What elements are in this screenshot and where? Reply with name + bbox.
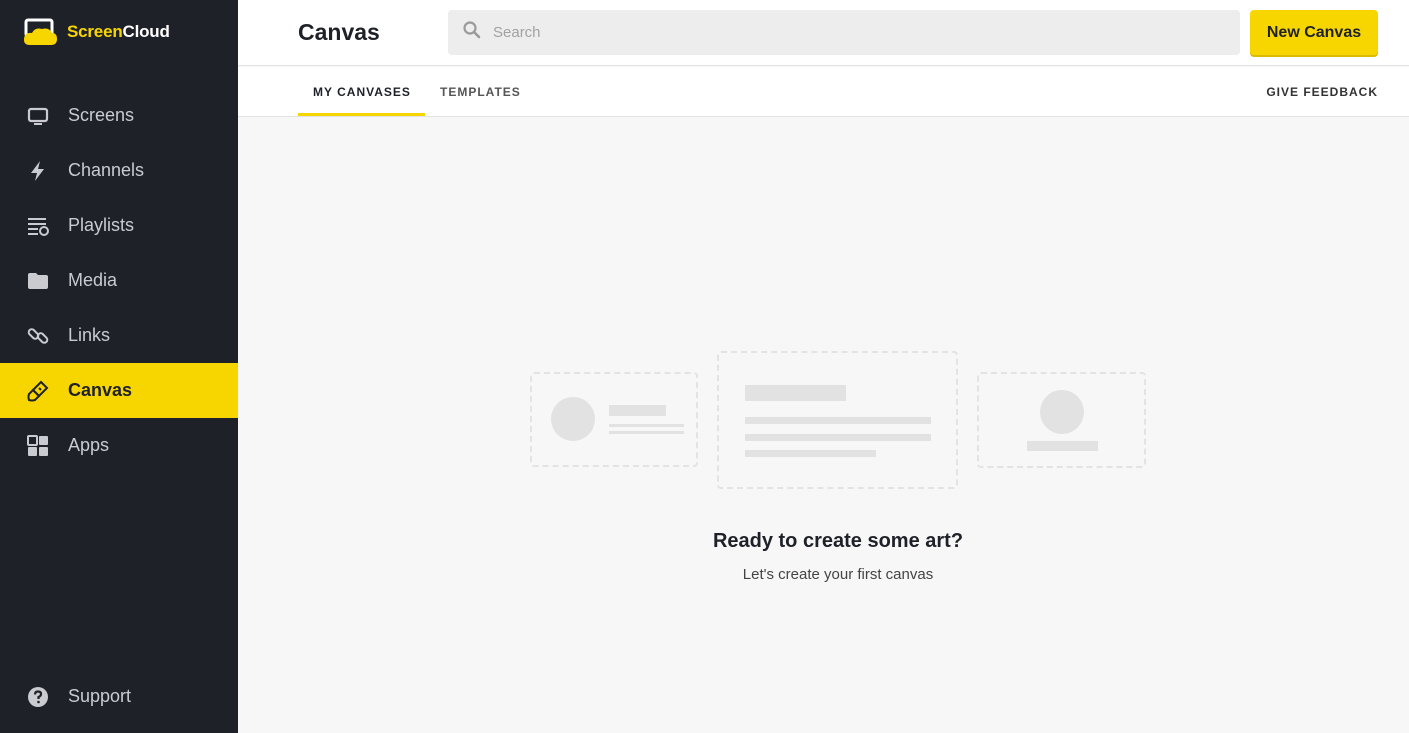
link-icon [27, 325, 49, 347]
new-canvas-button[interactable]: New Canvas [1250, 10, 1378, 55]
sidebar-item-label: Media [68, 270, 118, 290]
sidebar-item-canvas[interactable]: Canvas [0, 363, 238, 418]
monitor-icon [27, 105, 49, 127]
sidebar-item-label: Canvas [68, 380, 133, 400]
search-icon [463, 21, 481, 44]
empty-state-title: Ready to create some art? [712, 530, 964, 552]
empty-state-subtitle: Let's create your first canvas [742, 566, 934, 583]
tab-templates[interactable]: TEMPLATES [440, 67, 521, 117]
sidebar-item-screens[interactable]: Screens [0, 88, 238, 143]
sidebar-item-label: Links [68, 325, 111, 345]
sidebar-item-label: Apps [68, 435, 110, 455]
search-box[interactable] [448, 10, 1240, 55]
sidebar-item-channels[interactable]: Channels [0, 143, 238, 198]
tab-bar: MY CANVASES TEMPLATES GIVE FEEDBACK [238, 67, 1409, 117]
logo-text: ScreenCloud [67, 22, 170, 41]
brush-icon [27, 380, 49, 402]
placeholder-card-left [530, 372, 698, 467]
sidebar-item-playlists[interactable]: Playlists [0, 198, 238, 253]
playlist-icon [27, 215, 49, 237]
give-feedback-link[interactable]: GIVE FEEDBACK [1266, 67, 1378, 117]
sidebar-item-label: Screens [68, 105, 135, 125]
placeholder-card-right [977, 372, 1146, 468]
header: Canvas New Canvas [238, 0, 1409, 66]
logo-icon [22, 18, 58, 46]
placeholder-card-center [717, 351, 958, 489]
help-icon [27, 686, 49, 708]
active-tab-indicator [298, 113, 425, 116]
sidebar-item-apps[interactable]: Apps [0, 418, 238, 473]
screencloud-logo[interactable]: ScreenCloud [22, 18, 170, 46]
sidebar-support: Support [0, 669, 238, 724]
sidebar-item-label: Channels [68, 160, 145, 180]
sidebar-item-label: Support [68, 686, 132, 706]
sidebar-nav: Screens Channels Playlists Media Links C… [0, 88, 238, 473]
page-title: Canvas [298, 19, 380, 45]
sidebar-item-media[interactable]: Media [0, 253, 238, 308]
folder-icon [27, 270, 49, 292]
tab-my-canvases[interactable]: MY CANVASES [313, 67, 411, 117]
sidebar-item-label: Playlists [68, 215, 135, 235]
grid-icon [27, 434, 49, 457]
sidebar-item-support[interactable]: Support [0, 669, 238, 724]
lightning-icon [27, 160, 49, 182]
sidebar: ScreenCloud Screens Channels Playlists M… [0, 0, 238, 733]
search-input[interactable] [493, 24, 1193, 41]
sidebar-item-links[interactable]: Links [0, 308, 238, 363]
